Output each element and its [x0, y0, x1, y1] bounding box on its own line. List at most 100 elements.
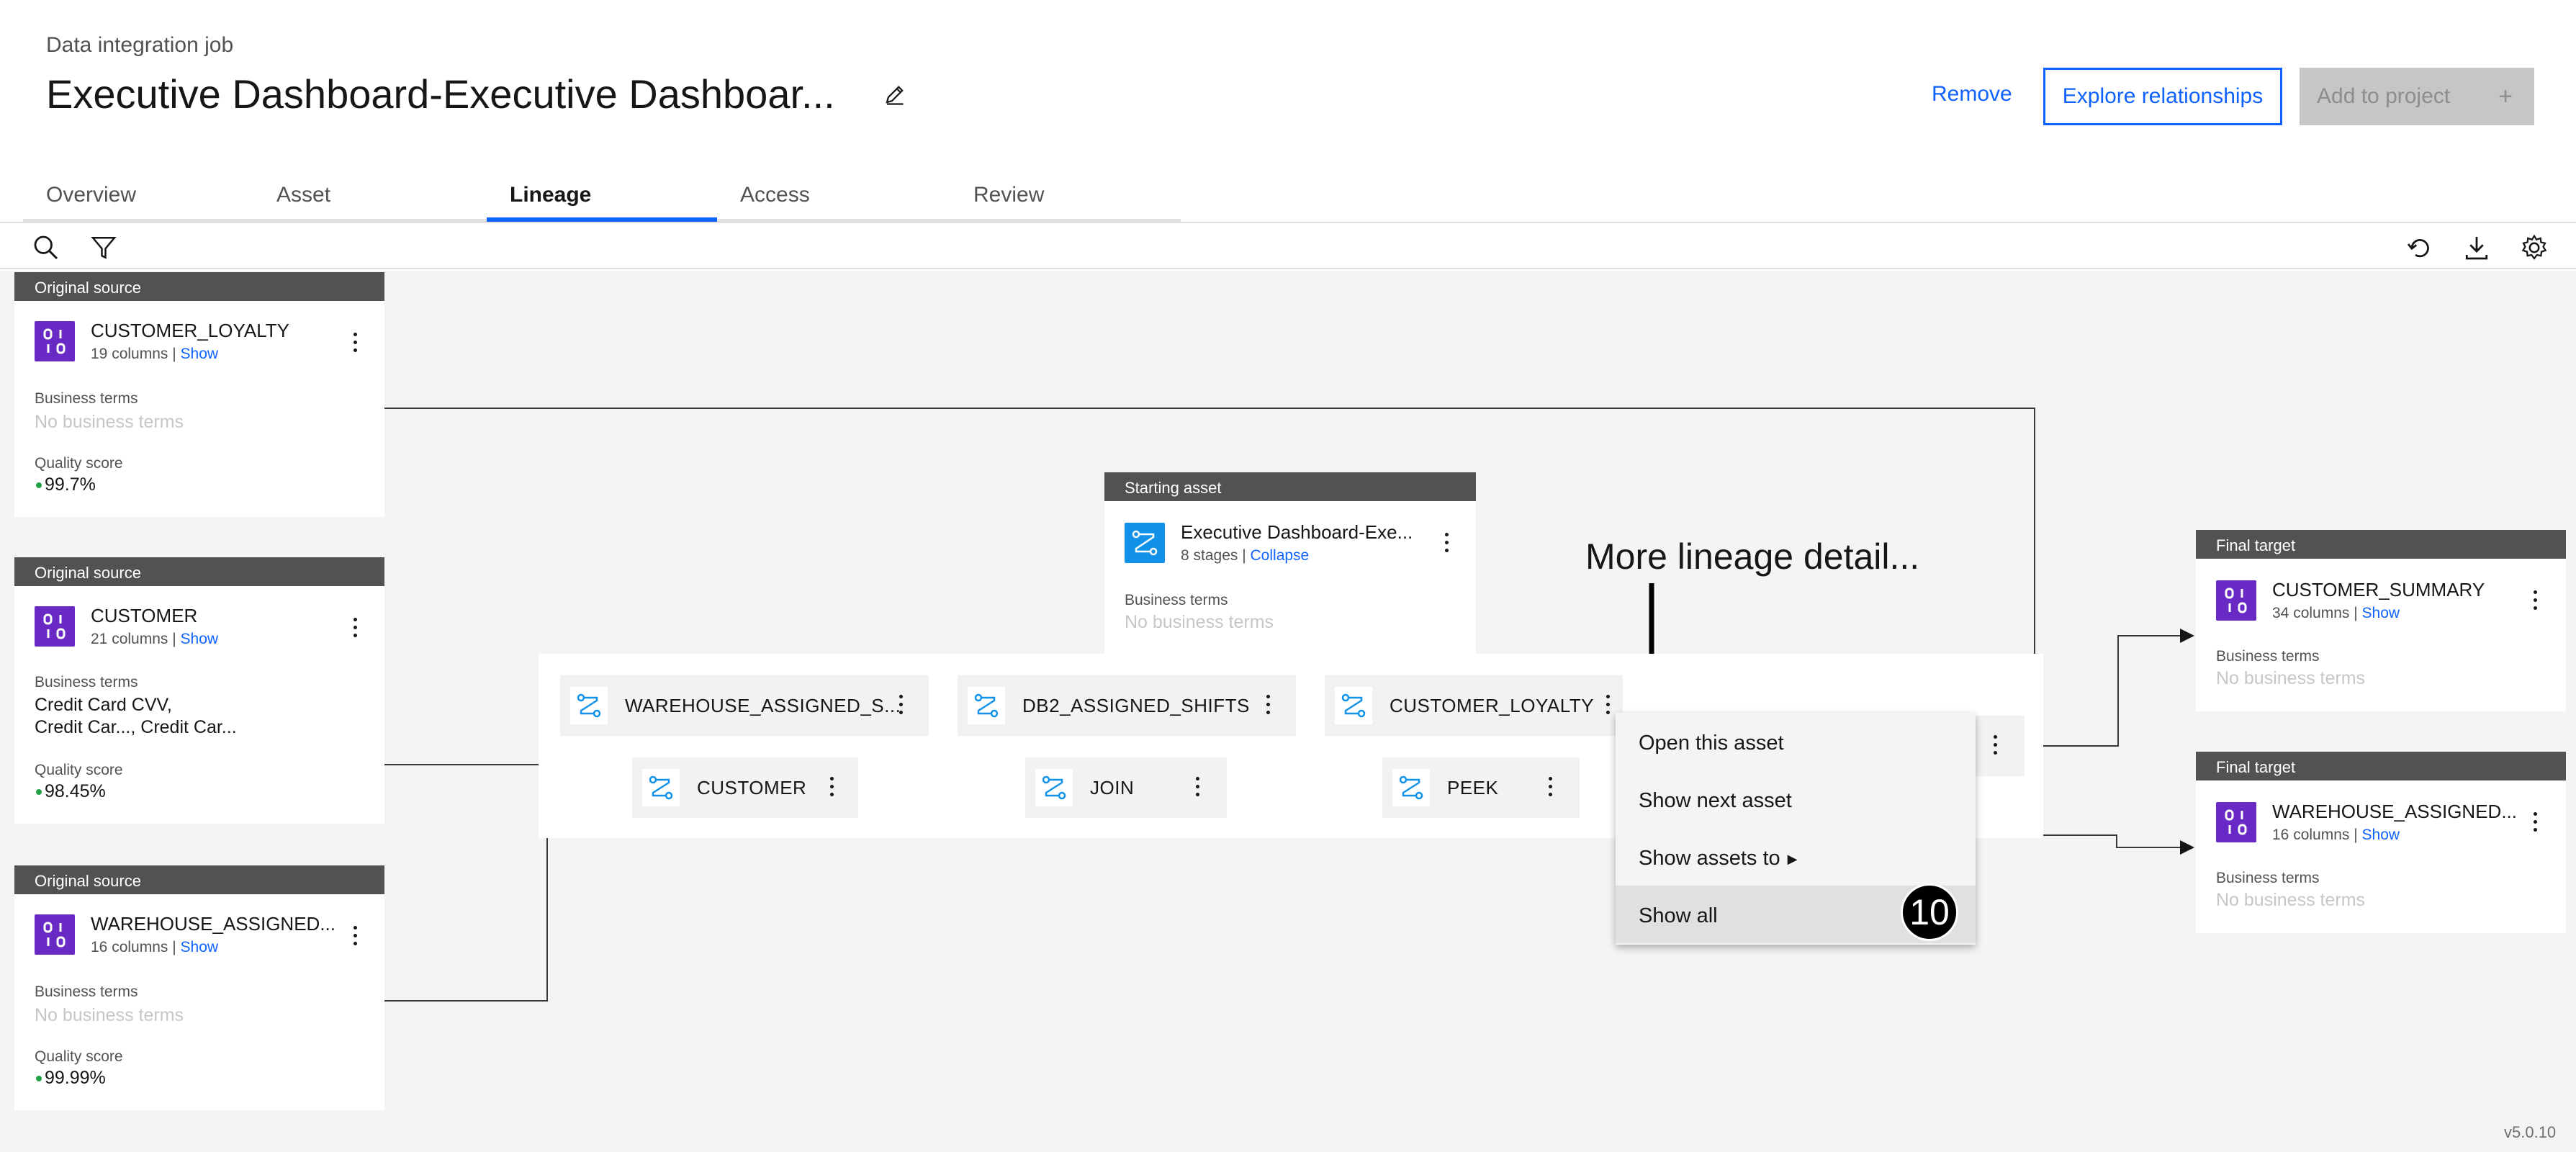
show-link[interactable]: Show: [2362, 605, 2400, 621]
business-terms-value: No business terms: [35, 412, 184, 432]
tab-access[interactable]: Access: [717, 181, 950, 222]
asset-columns: 21 columns | Show: [91, 631, 219, 647]
show-link[interactable]: Show: [181, 631, 219, 647]
add-to-project-button[interactable]: Add to project +: [2300, 68, 2534, 125]
show-link[interactable]: Show: [181, 939, 219, 955]
page-header: Data integration job Executive Dashboard…: [0, 0, 2576, 222]
card-header: Final target: [2196, 530, 2566, 559]
quality-score-label: Quality score: [35, 762, 123, 778]
asset-name[interactable]: CUSTOMER: [91, 605, 197, 627]
business-terms-label: Business terms: [35, 984, 138, 1000]
asset-columns: 16 columns | Show: [2272, 827, 2400, 843]
stage-node[interactable]: WAREHOUSE_ASSIGNED_S...: [560, 675, 929, 736]
asset-columns: 19 columns | Show: [91, 346, 219, 362]
stage-node[interactable]: PEEK: [1382, 757, 1580, 818]
overflow-menu-icon[interactable]: [1194, 777, 1201, 798]
show-link[interactable]: Show: [181, 346, 219, 362]
target-card-customer-summary[interactable]: Final target CUSTOMER_SUMMARY 34 columns…: [2196, 530, 2566, 711]
stage-node[interactable]: JOIN: [1025, 757, 1227, 818]
stage-name: CUSTOMER_LOYALTY: [1390, 695, 1594, 716]
filter-icon[interactable]: [89, 233, 118, 262]
download-icon[interactable]: [2462, 233, 2491, 262]
business-terms-value: Credit Card CVV,: [35, 695, 172, 715]
menu-item-show-assets-to[interactable]: Show assets to ▶: [1616, 828, 1976, 886]
edit-pencil-icon[interactable]: [880, 81, 909, 109]
stage-name: PEEK: [1447, 777, 1499, 798]
tab-asset[interactable]: Asset: [253, 181, 487, 222]
tab-review[interactable]: Review: [950, 181, 1181, 222]
stage-name: JOIN: [1090, 777, 1135, 798]
overflow-menu-icon[interactable]: [897, 695, 904, 716]
overflow-menu-icon[interactable]: [1604, 695, 1611, 716]
stage-name: CUSTOMER: [697, 777, 807, 798]
asset-name[interactable]: Executive Dashboard-Exe...: [1181, 521, 1413, 544]
reset-icon[interactable]: [2405, 233, 2433, 262]
source-card-customer[interactable]: Original source CUSTOMER 21 columns | Sh…: [14, 557, 384, 824]
tab-overview[interactable]: Overview: [23, 181, 253, 222]
asset-name[interactable]: CUSTOMER_LOYALTY: [91, 320, 289, 342]
explore-relationships-button[interactable]: Explore relationships: [2043, 68, 2282, 125]
quality-dot-icon: [36, 1076, 42, 1082]
business-terms-value: No business terms: [2216, 890, 2366, 910]
overflow-menu-icon[interactable]: [2531, 590, 2539, 612]
remove-button[interactable]: Remove: [1932, 82, 2012, 107]
overflow-menu-icon[interactable]: [828, 777, 835, 798]
asset-name[interactable]: WAREHOUSE_ASSIGNED...: [91, 913, 335, 935]
stage-node[interactable]: CUSTOMER: [632, 757, 858, 818]
overflow-menu-icon[interactable]: [351, 618, 359, 639]
overflow-menu-icon[interactable]: [1546, 777, 1554, 798]
asset-name[interactable]: CUSTOMER_SUMMARY: [2272, 579, 2485, 601]
target-card-warehouse-assigned[interactable]: Final target WAREHOUSE_ASSIGNED... 16 co…: [2196, 752, 2566, 933]
stage-name: DB2_ASSIGNED_SHIFTS: [1022, 695, 1250, 716]
show-link[interactable]: Show: [2362, 827, 2400, 843]
business-terms-label: Business terms: [35, 674, 138, 690]
overflow-menu-icon[interactable]: [2531, 812, 2539, 834]
starting-asset-card[interactable]: Starting asset Executive Dashboard-Exe..…: [1104, 472, 1476, 655]
annotation-text: More lineage detail...: [1585, 536, 1920, 577]
business-terms-value: No business terms: [35, 1005, 184, 1025]
card-header: Original source: [14, 865, 384, 894]
source-card-customer-loyalty[interactable]: Original source CUSTOMER_LOYALTY 19 colu…: [14, 272, 384, 517]
card-header: Final target: [2196, 752, 2566, 780]
card-header: Original source: [14, 272, 384, 301]
stage-node-hidden[interactable]: [1973, 716, 2025, 776]
stage-icon: [642, 769, 680, 806]
settings-icon[interactable]: [2520, 233, 2549, 262]
stage-icon: [570, 687, 608, 724]
asset-name[interactable]: WAREHOUSE_ASSIGNED...: [2272, 801, 2517, 823]
stage-name: WAREHOUSE_ASSIGNED_S...: [625, 695, 901, 716]
stage-node[interactable]: DB2_ASSIGNED_SHIFTS: [958, 675, 1296, 736]
card-header: Original source: [14, 557, 384, 586]
asset-stages: 8 stages | Collapse: [1181, 547, 1310, 564]
search-icon[interactable]: [32, 233, 60, 262]
stage-icon: [968, 687, 1005, 724]
menu-item-show-next-asset[interactable]: Show next asset: [1616, 770, 1976, 828]
overflow-menu-icon[interactable]: [1443, 533, 1450, 554]
stage-icon: [1335, 687, 1372, 724]
overflow-menu-icon[interactable]: [351, 926, 359, 948]
quality-score-label: Quality score: [35, 1048, 123, 1065]
quality-score: 99.99%: [36, 1067, 106, 1089]
data-asset-icon: [35, 321, 75, 361]
page-title: Executive Dashboard-Executive Dashboar..…: [46, 71, 835, 117]
data-asset-icon: [35, 914, 75, 955]
quality-dot-icon: [36, 482, 42, 489]
stage-node[interactable]: CUSTOMER_LOYALTY: [1325, 675, 1623, 736]
asset-columns: 16 columns | Show: [91, 939, 219, 955]
data-asset-icon: [35, 606, 75, 647]
business-terms-value: No business terms: [2216, 668, 2366, 688]
collapse-link[interactable]: Collapse: [1251, 547, 1310, 564]
lineage-toolbar: [0, 222, 2576, 269]
tab-lineage[interactable]: Lineage: [487, 181, 717, 222]
overflow-menu-icon[interactable]: [1991, 735, 1999, 757]
overflow-menu-icon[interactable]: [1264, 695, 1271, 716]
asset-columns: 34 columns | Show: [2272, 605, 2400, 621]
breadcrumb: Data integration job: [46, 33, 234, 57]
stage-icon: [1392, 769, 1430, 806]
quality-score-label: Quality score: [35, 455, 123, 472]
source-card-warehouse-assigned[interactable]: Original source WAREHOUSE_ASSIGNED... 16…: [14, 865, 384, 1110]
plus-icon: +: [2498, 82, 2513, 110]
menu-item-open-asset[interactable]: Open this asset: [1616, 713, 1976, 770]
overflow-menu-icon[interactable]: [351, 333, 359, 354]
pipeline-icon: [1125, 523, 1165, 563]
